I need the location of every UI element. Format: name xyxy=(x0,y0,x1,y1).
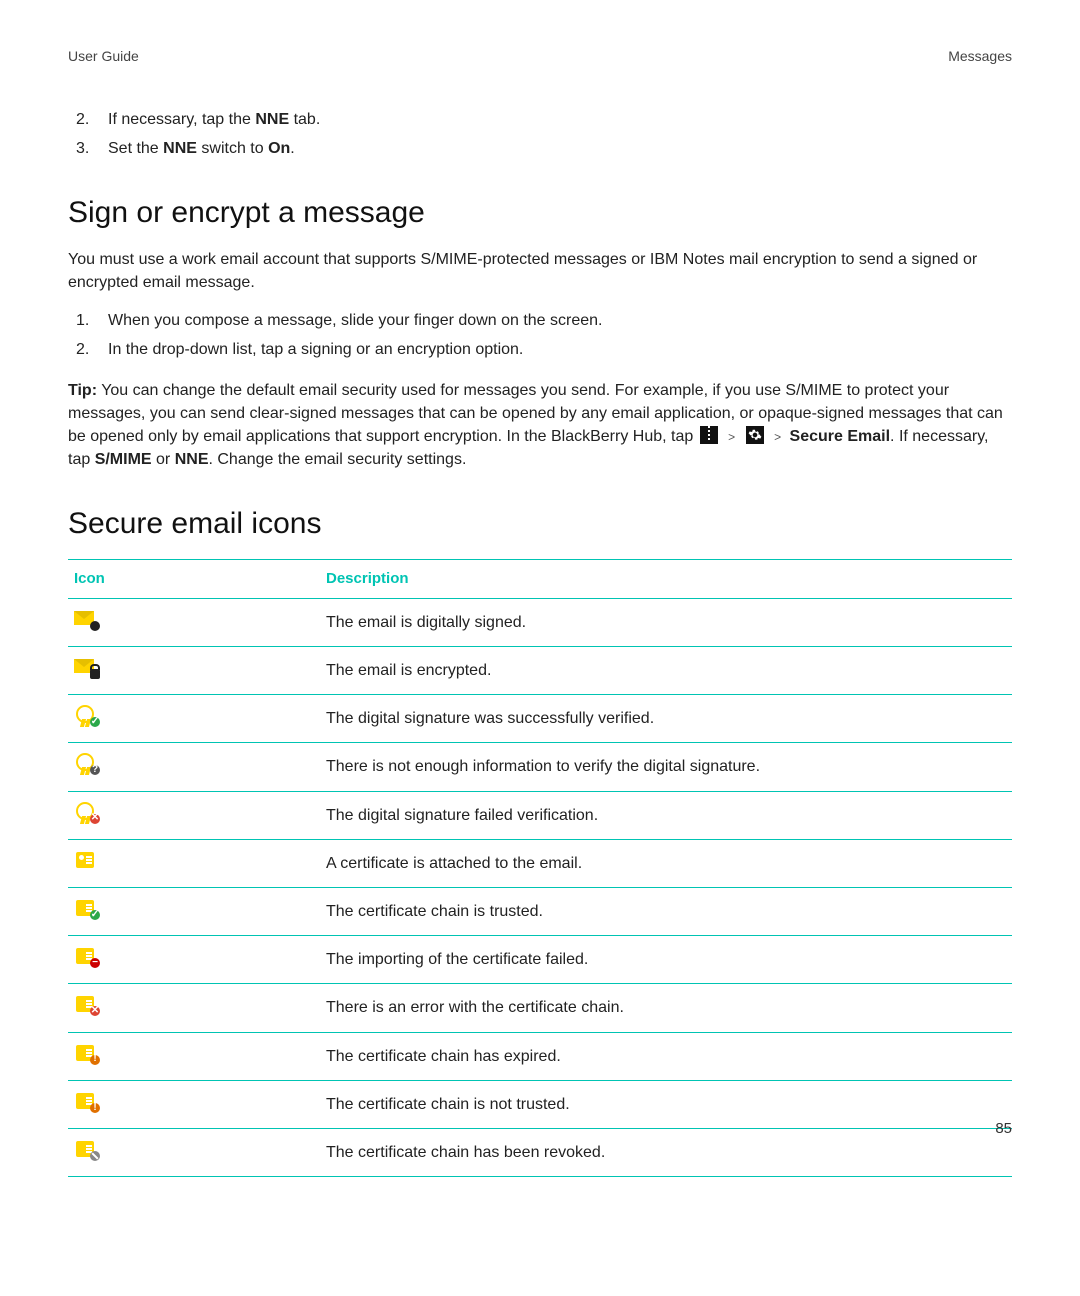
chevron-right-icon: > xyxy=(774,430,781,444)
table-row: The email is digitally signed. xyxy=(68,598,1012,646)
chevron-right-icon: > xyxy=(728,430,735,444)
description-cell: There is an error with the certificate c… xyxy=(320,984,1012,1032)
col-icon: Icon xyxy=(68,560,320,599)
envelope-encrypted-icon xyxy=(74,657,98,677)
list-item: In the drop-down list, tap a signing or … xyxy=(108,338,1012,361)
list-item: Set the NNE switch to On. xyxy=(108,137,1012,160)
icon-cell: ✕ xyxy=(68,984,320,1032)
pre-steps-list: If necessary, tap the NNE tab. Set the NN… xyxy=(68,108,1012,160)
signature-verified-icon: ✓ xyxy=(74,705,98,725)
description-cell: The certificate chain has expired. xyxy=(320,1032,1012,1080)
tip-paragraph: Tip: You can change the default email se… xyxy=(68,379,1012,472)
icon-cell: ✕ xyxy=(68,791,320,839)
signature-unknown-icon: ? xyxy=(74,753,98,773)
description-cell: The digital signature failed verificatio… xyxy=(320,791,1012,839)
gear-icon xyxy=(746,426,764,444)
list-item: If necessary, tap the NNE tab. xyxy=(108,108,1012,131)
table-row: ! The certificate chain is not trusted. xyxy=(68,1080,1012,1128)
tip-tail: . Change the email security settings. xyxy=(208,451,466,468)
table-header-row: Icon Description xyxy=(68,560,1012,599)
table-row: ✕ The digital signature failed verificati… xyxy=(68,791,1012,839)
cert-chain-revoked-icon xyxy=(74,1139,98,1159)
sign-encrypt-steps: When you compose a message, slide your f… xyxy=(68,309,1012,361)
header-right: Messages xyxy=(948,46,1012,66)
description-cell: A certificate is attached to the email. xyxy=(320,839,1012,887)
cert-chain-expired-icon: ! xyxy=(74,1043,98,1063)
description-cell: The certificate chain has been revoked. xyxy=(320,1128,1012,1176)
table-row: The certificate chain has been revoked. xyxy=(68,1128,1012,1176)
cert-import-failed-icon: − xyxy=(74,946,98,966)
header-left: User Guide xyxy=(68,46,139,66)
table-row: ✓ The certificate chain is trusted. xyxy=(68,888,1012,936)
table-row: ✓ The digital signature was successfully … xyxy=(68,695,1012,743)
description-cell: The email is digitally signed. xyxy=(320,598,1012,646)
cert-chain-untrusted-icon: ! xyxy=(74,1091,98,1111)
table-row: − The importing of the certificate failed… xyxy=(68,936,1012,984)
smime-bold: S/MIME xyxy=(95,451,152,468)
list-item: When you compose a message, slide your f… xyxy=(108,309,1012,332)
table-row: ! The certificate chain has expired. xyxy=(68,1032,1012,1080)
description-cell: The email is encrypted. xyxy=(320,647,1012,695)
running-head: User Guide Messages xyxy=(68,46,1012,66)
icon-cell xyxy=(68,839,320,887)
description-cell: The certificate chain is trusted. xyxy=(320,888,1012,936)
sign-encrypt-intro: You must use a work email account that s… xyxy=(68,248,1012,294)
table-row: The email is encrypted. xyxy=(68,647,1012,695)
icon-cell xyxy=(68,1128,320,1176)
table-row: ✕ There is an error with the certificate … xyxy=(68,984,1012,1032)
heading-sign-encrypt: Sign or encrypt a message xyxy=(68,191,1012,235)
description-cell: The digital signature was successfully v… xyxy=(320,695,1012,743)
icon-cell: ✓ xyxy=(68,888,320,936)
table-row: A certificate is attached to the email. xyxy=(68,839,1012,887)
signature-failed-icon: ✕ xyxy=(74,802,98,822)
cert-chain-error-icon: ✕ xyxy=(74,994,98,1014)
description-cell: There is not enough information to verif… xyxy=(320,743,1012,791)
envelope-signed-icon xyxy=(74,609,98,629)
page-number: 85 xyxy=(995,1118,1012,1140)
tip-or: or xyxy=(152,451,175,468)
cert-chain-trusted-icon: ✓ xyxy=(74,898,98,918)
table-row: ? There is not enough information to veri… xyxy=(68,743,1012,791)
secure-email-bold: Secure Email xyxy=(790,428,891,445)
description-cell: The importing of the certificate failed. xyxy=(320,936,1012,984)
more-icon xyxy=(700,426,718,444)
col-description: Description xyxy=(320,560,1012,599)
icon-cell: ! xyxy=(68,1032,320,1080)
heading-secure-email-icons: Secure email icons xyxy=(68,502,1012,546)
icon-cell: ! xyxy=(68,1080,320,1128)
nne-bold: NNE xyxy=(175,451,209,468)
icon-cell xyxy=(68,598,320,646)
icon-cell: ? xyxy=(68,743,320,791)
tip-label: Tip: xyxy=(68,382,97,399)
certificate-attached-icon xyxy=(74,850,98,870)
icon-cell: ✓ xyxy=(68,695,320,743)
secure-email-icons-table: Icon Description The email is digitally … xyxy=(68,559,1012,1177)
icon-cell: − xyxy=(68,936,320,984)
icon-cell xyxy=(68,647,320,695)
description-cell: The certificate chain is not trusted. xyxy=(320,1080,1012,1128)
page: User Guide Messages If necessary, tap th… xyxy=(0,0,1080,1296)
